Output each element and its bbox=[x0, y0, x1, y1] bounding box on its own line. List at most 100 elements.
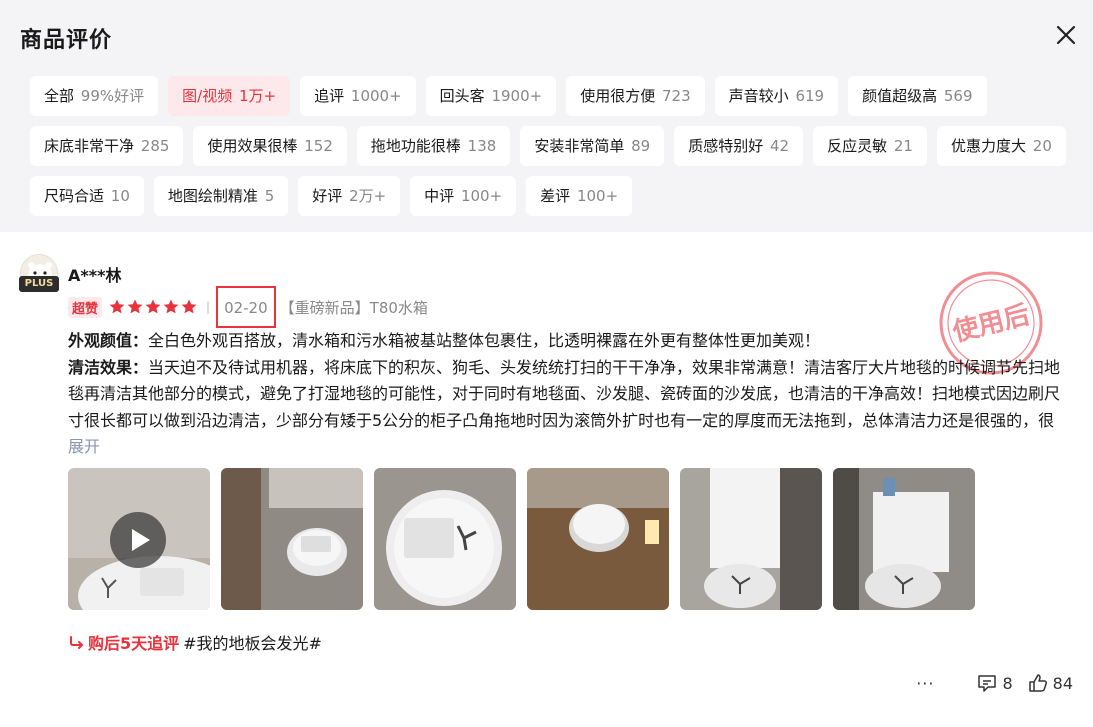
review-video-thumbnail[interactable] bbox=[68, 468, 210, 610]
filter-tag-label: 中评 bbox=[424, 187, 455, 205]
cleaning-label: 清洁效果： bbox=[68, 357, 149, 377]
review-item: PLUS A***林 超赞 | 02-20 【重磅新品】T80水箱 使用后 外观… bbox=[0, 232, 1093, 727]
thumbs-up-icon bbox=[1028, 674, 1047, 692]
filter-tag-label: 反应灵敏 bbox=[827, 137, 888, 155]
filter-tag-label: 地图绘制精准 bbox=[167, 187, 258, 205]
star-icon bbox=[109, 299, 125, 314]
tag-row: 全部 99%好评 图/视频 1万+ 追评 1000+ 回头客 1900+ 使用很方便 7… bbox=[30, 76, 1070, 116]
review-actions: ··· 8 84 bbox=[916, 672, 1073, 694]
play-icon[interactable] bbox=[110, 512, 166, 568]
star-icon bbox=[145, 299, 161, 314]
more-options-button[interactable]: ··· bbox=[916, 674, 934, 693]
filter-tag-count: 99%好评 bbox=[80, 87, 145, 105]
filter-tag-label: 差评 bbox=[540, 187, 571, 205]
star-icon bbox=[181, 299, 197, 314]
filter-tag[interactable]: 追评 1000+ bbox=[300, 76, 416, 116]
filter-tag[interactable]: 声音较小 619 bbox=[714, 76, 839, 116]
star-rating bbox=[108, 298, 198, 316]
review-photo[interactable] bbox=[527, 468, 669, 610]
filter-tag-count: 42 bbox=[770, 137, 790, 155]
filter-tag-count: 1000+ bbox=[350, 87, 402, 105]
filter-tag[interactable]: 床底非常干净 285 bbox=[30, 126, 184, 166]
tag-row: 尺码合适 10 地图绘制精准 5 好评 2万+ 中评 100+ 差评 100+ bbox=[30, 176, 1070, 216]
review-media-gallery bbox=[68, 468, 986, 610]
appearance-text: 全白色外观百搭放，清水箱和污水箱被基站整体包裹住，比透明裸露在外更有整体性更加美… bbox=[148, 331, 821, 350]
followup-text: #我的地板会发光# bbox=[183, 634, 322, 653]
expand-link[interactable]: 展开 bbox=[68, 437, 100, 456]
review-meta: 超赞 | 02-20 【重磅新品】T80水箱 bbox=[68, 286, 428, 328]
star-icon bbox=[163, 299, 179, 314]
filter-tag-label: 颜值超级高 bbox=[862, 87, 938, 105]
filter-tag-count: 10 bbox=[110, 187, 130, 205]
follow-up-review: 购后5天追评 #我的地板会发光# bbox=[68, 630, 322, 654]
review-paragraph-appearance: 外观颜值：全白色外观百搭放，清水箱和污水箱被基站整体包裹住，比透明裸露在外更有整… bbox=[68, 328, 1073, 355]
filter-tag[interactable]: 优惠力度大 20 bbox=[936, 126, 1066, 166]
filter-tag-label: 追评 bbox=[314, 87, 345, 105]
filter-tag-count: 20 bbox=[1032, 137, 1052, 155]
filter-tag[interactable]: 使用效果很棒 152 bbox=[193, 126, 347, 166]
filter-tag[interactable]: 安装非常简单 89 bbox=[520, 126, 665, 166]
review-photo[interactable] bbox=[833, 468, 975, 610]
filter-tag[interactable]: 颜值超级高 569 bbox=[848, 76, 987, 116]
filter-tag-count: 569 bbox=[943, 87, 973, 105]
filter-tag-count: 89 bbox=[631, 137, 651, 155]
filter-tag-count: 138 bbox=[467, 137, 497, 155]
followup-label: 购后5天追评 bbox=[88, 634, 180, 653]
filter-tag-count: 100+ bbox=[460, 187, 503, 205]
filter-tag[interactable]: 全部 99%好评 bbox=[30, 76, 159, 116]
filter-tag-label: 图/视频 bbox=[182, 87, 233, 105]
rating-badge: 超赞 bbox=[68, 296, 103, 318]
filter-tag-label: 声音较小 bbox=[728, 87, 789, 105]
filter-tag-count: 285 bbox=[140, 137, 170, 155]
filter-tag-label: 尺码合适 bbox=[44, 187, 105, 205]
filter-tag[interactable]: 使用很方便 723 bbox=[566, 76, 705, 116]
comment-count: 8 bbox=[1002, 673, 1013, 693]
review-photo[interactable] bbox=[680, 468, 822, 610]
filter-tag[interactable]: 质感特别好 42 bbox=[674, 126, 804, 166]
filter-tag-count: 1900+ bbox=[491, 87, 543, 105]
filter-tag[interactable]: 拖地功能很棒 138 bbox=[356, 126, 511, 166]
comment-button[interactable]: 8 bbox=[976, 672, 1013, 694]
filter-tag-label: 好评 bbox=[312, 187, 343, 205]
filter-tag[interactable]: 差评 100+ bbox=[526, 176, 633, 216]
filter-tag[interactable]: 地图绘制精准 5 bbox=[153, 176, 289, 216]
review-photo[interactable] bbox=[221, 468, 363, 610]
filter-tag-label: 回头客 bbox=[439, 87, 485, 105]
review-photo[interactable] bbox=[374, 468, 516, 610]
filter-tag-count: 2万+ bbox=[349, 187, 387, 205]
filter-tag[interactable]: 图/视频 1万+ bbox=[168, 76, 291, 116]
star-icon bbox=[127, 299, 143, 314]
plus-member-badge: PLUS bbox=[19, 276, 59, 292]
filter-tag-label: 优惠力度大 bbox=[950, 137, 1026, 155]
filter-tag-label: 床底非常干净 bbox=[44, 137, 135, 155]
filter-tag[interactable]: 中评 100+ bbox=[410, 176, 517, 216]
filter-tag-count: 152 bbox=[304, 137, 333, 155]
filter-tag-count: 723 bbox=[662, 87, 691, 105]
review-paragraph-cleaning: 清洁效果：当天迫不及待试用机器，将床底下的积灰、狗毛、头发统统打扫的干干净净，效… bbox=[68, 355, 1073, 461]
filter-tag[interactable]: 反应灵敏 21 bbox=[813, 126, 927, 166]
appearance-label: 外观颜值： bbox=[68, 331, 149, 350]
tag-filter-list: 全部 99%好评 图/视频 1万+ 追评 1000+ 回头客 1900+ 使用很方便 7… bbox=[30, 76, 1070, 226]
like-button[interactable]: 84 bbox=[1027, 672, 1073, 694]
cleaning-text: 当天迫不及待试用机器，将床底下的积灰、狗毛、头发统统打扫的干干净净，效果非常满意… bbox=[68, 357, 1061, 430]
filter-tag[interactable]: 尺码合适 10 bbox=[30, 176, 144, 216]
review-content: 外观颜值：全白色外观百搭放，清水箱和污水箱被基站整体包裹住，比透明裸露在外更有整… bbox=[68, 328, 1073, 461]
filter-tag[interactable]: 回头客 1900+ bbox=[425, 76, 557, 116]
filter-tag-label: 全部 bbox=[44, 87, 75, 105]
filter-tag-label: 拖地功能很棒 bbox=[370, 137, 461, 155]
filter-tag-count: 5 bbox=[264, 187, 275, 205]
filter-tag-count: 619 bbox=[795, 87, 825, 105]
review-date: 02-20 bbox=[216, 286, 276, 328]
filter-tag-count: 21 bbox=[893, 137, 913, 155]
close-icon[interactable] bbox=[1053, 22, 1079, 48]
product-variant: 【重磅新品】T80水箱 bbox=[279, 298, 428, 317]
comment-icon bbox=[978, 675, 997, 692]
filter-tag-label: 使用效果很棒 bbox=[207, 137, 298, 155]
filter-tag[interactable]: 好评 2万+ bbox=[298, 176, 401, 216]
filter-tag-count: 1万+ bbox=[238, 87, 277, 105]
like-count: 84 bbox=[1052, 673, 1073, 693]
meta-divider: | bbox=[206, 300, 211, 314]
filter-tag-count: 100+ bbox=[576, 187, 619, 205]
reviewer-name: A***林 bbox=[68, 266, 122, 285]
tag-row: 床底非常干净 285 使用效果很棒 152 拖地功能很棒 138 安装非常简单 89 质… bbox=[30, 126, 1070, 166]
